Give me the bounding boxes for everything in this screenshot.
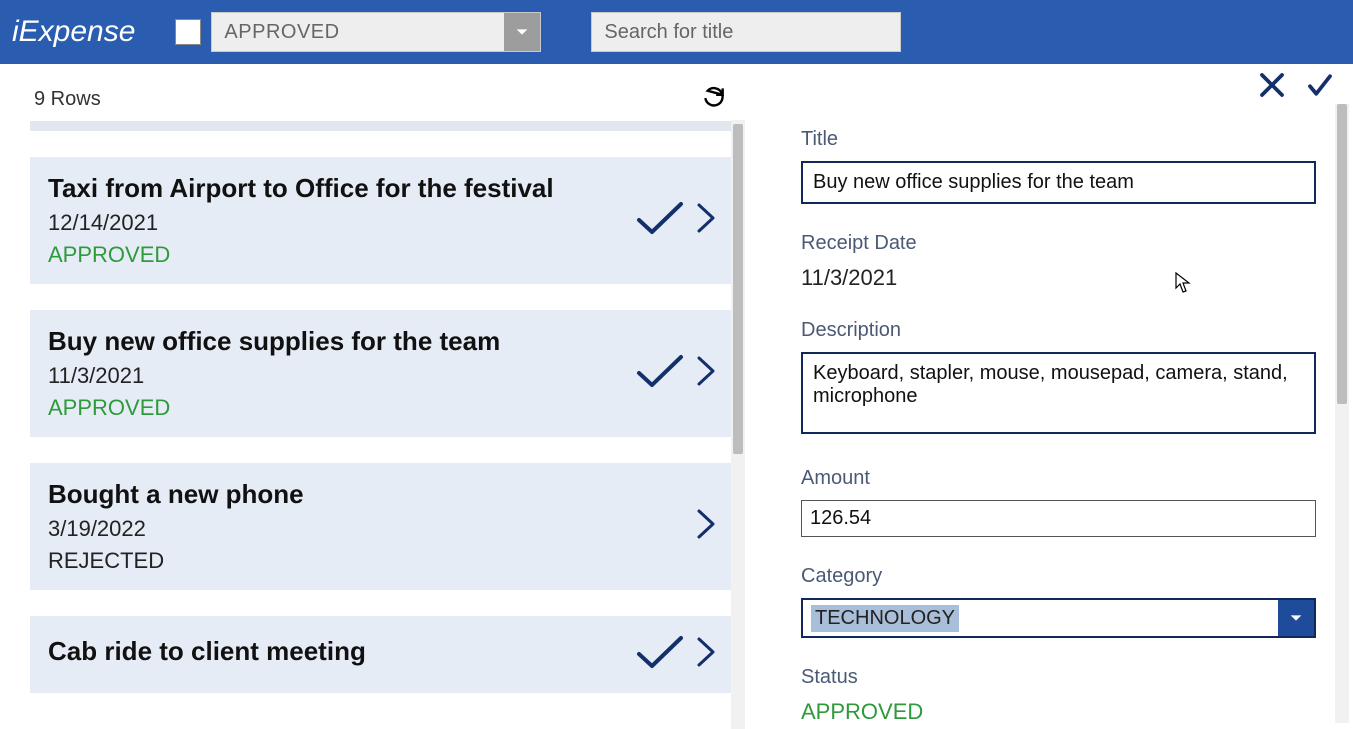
filter-dropdown[interactable]: APPROVED <box>211 12 541 52</box>
expense-date: 3/19/2022 <box>48 516 695 542</box>
title-field[interactable] <box>801 161 1316 204</box>
expense-status: APPROVED <box>48 395 635 421</box>
expense-title: Buy new office supplies for the team <box>48 326 635 357</box>
check-icon <box>635 632 685 677</box>
expense-status: APPROVED <box>48 242 635 268</box>
check-icon <box>635 198 685 243</box>
detail-panel: Title Receipt Date 11/3/2021 Description… <box>745 64 1353 729</box>
label-title: Title <box>801 128 1335 151</box>
list-scrollbar-thumb[interactable] <box>733 124 743 454</box>
expense-date: 11/3/2021 <box>48 363 635 389</box>
amount-field[interactable] <box>801 500 1316 537</box>
expense-date: 12/14/2021 <box>48 210 635 236</box>
expense-row[interactable]: Cab ride to client meeting <box>30 616 731 693</box>
main: 9 Rows Taxi from Airport to Office for t… <box>0 64 1353 729</box>
chevron-right-icon[interactable] <box>695 354 717 393</box>
label-category: Category <box>801 565 1335 588</box>
category-value: TECHNOLOGY <box>811 605 959 632</box>
topbar: iExpense APPROVED <box>0 0 1353 64</box>
expense-title: Cab ride to client meeting <box>48 636 635 667</box>
list-header-strip <box>30 121 731 131</box>
label-description: Description <box>801 319 1335 342</box>
expense-title: Bought a new phone <box>48 479 695 510</box>
expense-title: Taxi from Airport to Office for the fest… <box>48 173 635 204</box>
expense-list-panel: 9 Rows Taxi from Airport to Office for t… <box>0 64 745 729</box>
filter-checkbox[interactable] <box>175 19 201 45</box>
confirm-icon[interactable] <box>1305 70 1335 105</box>
filter-value: APPROVED <box>212 21 504 44</box>
detail-scrollbar[interactable] <box>1335 104 1349 723</box>
chevron-right-icon[interactable] <box>695 635 717 674</box>
check-icon <box>635 351 685 396</box>
detail-scrollbar-thumb[interactable] <box>1337 104 1347 404</box>
expense-row[interactable]: Buy new office supplies for the team 11/3… <box>30 310 731 437</box>
category-select[interactable]: TECHNOLOGY <box>801 598 1316 638</box>
expense-row[interactable]: Taxi from Airport to Office for the fest… <box>30 157 731 284</box>
label-amount: Amount <box>801 467 1335 490</box>
expense-row[interactable]: Bought a new phone 3/19/2022 REJECTED <box>30 463 731 590</box>
refresh-button[interactable] <box>701 84 727 115</box>
status-value: APPROVED <box>801 699 1335 725</box>
close-icon[interactable] <box>1257 70 1287 105</box>
label-status: Status <box>801 666 1335 689</box>
receipt-date-value: 11/3/2021 <box>801 265 1335 291</box>
search-input[interactable] <box>591 12 901 52</box>
list-scrollbar[interactable] <box>731 120 745 729</box>
label-receipt-date: Receipt Date <box>801 232 1335 255</box>
chevron-right-icon[interactable] <box>695 507 717 546</box>
chevron-right-icon[interactable] <box>695 201 717 240</box>
mouse-cursor <box>1175 272 1191 294</box>
expense-status: REJECTED <box>48 548 695 574</box>
chevron-down-icon[interactable] <box>504 13 540 51</box>
app-title: iExpense <box>12 15 135 49</box>
description-field[interactable] <box>801 352 1316 434</box>
row-count: 9 Rows <box>34 88 101 111</box>
chevron-down-icon[interactable] <box>1278 600 1314 636</box>
